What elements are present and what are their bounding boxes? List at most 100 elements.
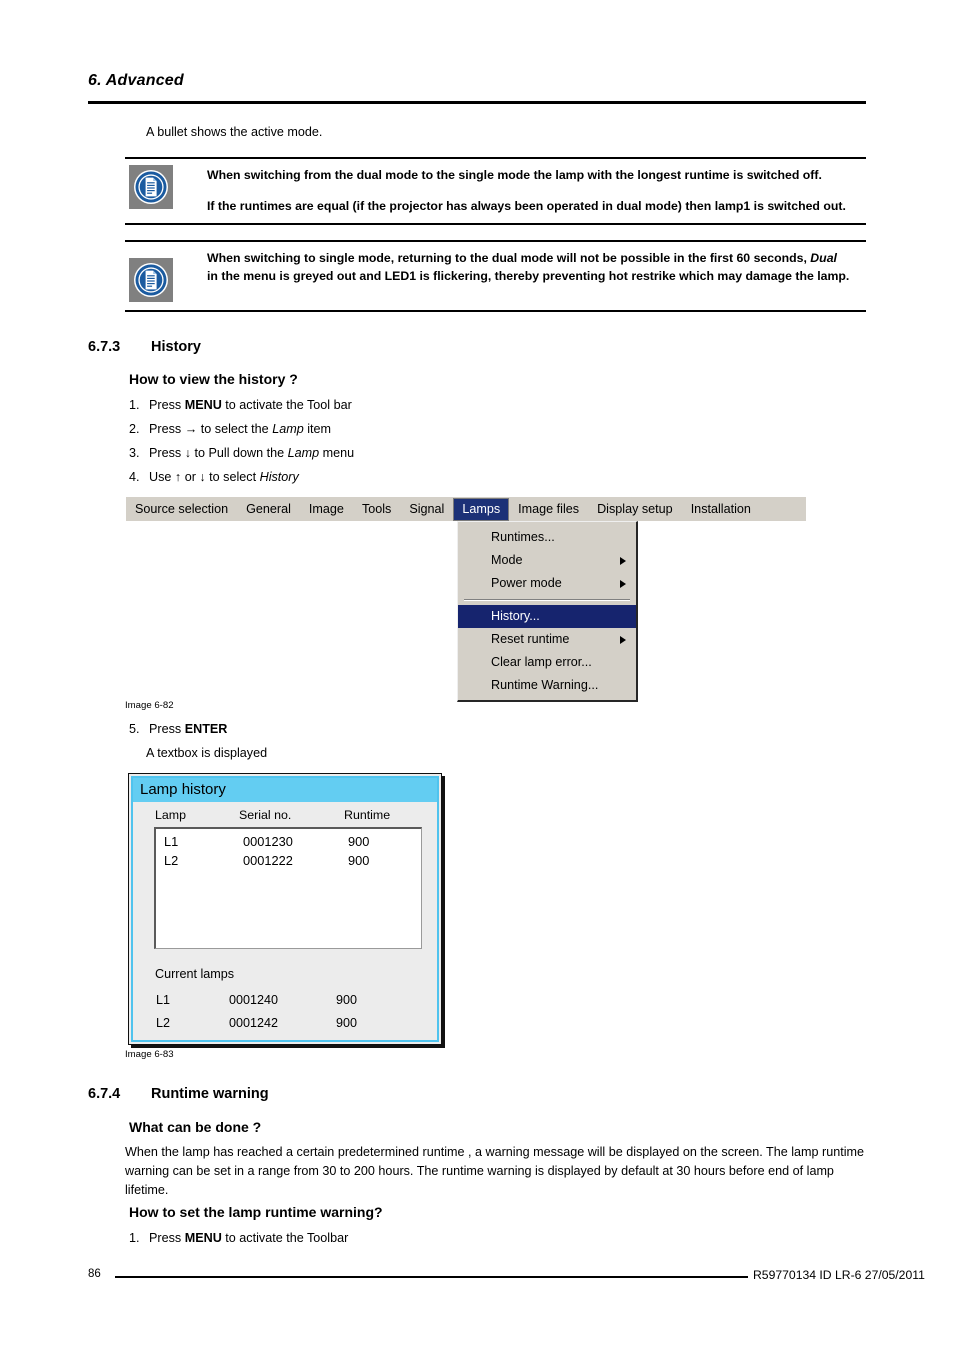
note-box-2-text: When switching to single mode, returning… — [207, 249, 897, 285]
section-number: 6.7.3 — [88, 339, 121, 355]
step-1-post: to activate the Tool bar — [221, 398, 352, 412]
menu-separator — [464, 599, 630, 601]
menu-item-mode[interactable]: Mode — [458, 549, 636, 572]
current-row-2-lamp: L2 — [156, 1016, 171, 1030]
step-5: 5. Press ENTER — [129, 722, 227, 736]
history-row-2-lamp: L2 — [164, 853, 179, 868]
section-title: History — [151, 339, 201, 355]
step-3: 3. Press ↓ to Pull down the Lamp menu — [129, 446, 354, 460]
step-3-pre: Press ↓ to Pull down the — [149, 446, 288, 460]
note2-part1: When switching to single mode, returning… — [207, 251, 811, 265]
note1-top-rule — [125, 157, 866, 159]
subheading-how-to-view-history: How to view the history ? — [129, 371, 298, 387]
current-row-1-lamp: L1 — [156, 993, 171, 1007]
menubar-item-image[interactable]: Image — [300, 498, 353, 521]
current-row-2-serial: 0001242 — [229, 1016, 279, 1030]
step-3-post: menu — [319, 446, 355, 460]
lamp-history-dialog: Lamp history Lamp Serial no. Runtime L1 … — [128, 773, 442, 1045]
menu-item-reset-runtime-label: Reset runtime — [491, 632, 570, 646]
step-2-number: 2. — [129, 422, 140, 436]
runtime-warning-step-1: 1. Press MENU to activate the Toolbar — [129, 1231, 348, 1245]
step-5-bold: ENTER — [184, 722, 228, 736]
runtime-warning-paragraph: When the lamp has reached a certain pred… — [125, 1145, 864, 1197]
intro-text: A bullet shows the active mode. — [146, 125, 323, 139]
footer-page-number: 86 — [88, 1268, 101, 1280]
menubar-item-tools[interactable]: Tools — [353, 498, 400, 521]
step-5-substep: A textbox is displayed — [146, 746, 268, 760]
step-4: 4. Use ↑ or ↓ to select History — [129, 470, 299, 484]
step-4-number: 4. — [129, 470, 140, 484]
current-row-1-serial: 0001240 — [229, 993, 279, 1007]
menubar-item-display-setup[interactable]: Display setup — [588, 498, 682, 521]
column-header-runtime: Runtime — [344, 808, 391, 822]
step-1: 1. Press MENU to activate the Tool bar — [129, 398, 352, 412]
lamp-history-dialog-frame: Lamp history Lamp Serial no. Runtime L1 … — [131, 776, 439, 1042]
note1-line1: When switching from the dual mode to the… — [207, 168, 822, 182]
column-header-lamp: Lamp — [155, 808, 186, 822]
caption-image-6-82: Image 6-82 — [125, 700, 174, 711]
note-document-icon — [129, 258, 173, 302]
menubar-item-installation[interactable]: Installation — [682, 498, 760, 521]
note2-emphasis: Dual — [810, 251, 837, 265]
footer-reference: R59770134 ID LR-6 27/05/2011 — [753, 1268, 925, 1282]
history-row-1-serial: 0001230 — [243, 834, 293, 849]
runtime-step-1-number: 1. — [129, 1231, 140, 1245]
menubar-item-general[interactable]: General — [237, 498, 300, 521]
caption-image-6-83: Image 6-83 — [125, 1049, 174, 1060]
step-4-pre: Use ↑ or ↓ to select — [149, 470, 260, 484]
lamp-history-title: Lamp history — [133, 778, 437, 802]
runtime-step-1-bold: MENU — [184, 1231, 222, 1245]
header-rule — [88, 101, 866, 104]
note2-bottom-rule — [125, 310, 866, 312]
menu-item-clear-lamp-error[interactable]: Clear lamp error... — [458, 651, 636, 674]
lamp-history-listbox[interactable]: L1 0001230 900 L2 0001222 900 — [154, 827, 422, 949]
section-number: 6.7.4 — [88, 1086, 121, 1102]
projector-menu-screenshot: Source selection General Image Tools Sig… — [126, 497, 806, 702]
menubar-item-image-files[interactable]: Image files — [509, 498, 588, 521]
submenu-arrow-icon — [620, 556, 626, 565]
step-2: 2. Press → to select the Lamp item — [129, 422, 331, 436]
note-document-icon — [129, 165, 173, 209]
menu-item-power-mode[interactable]: Power mode — [458, 572, 636, 595]
step-2-post: item — [303, 422, 332, 436]
history-row-1-runtime: 900 — [348, 834, 370, 849]
step-2-italic: Lamp — [272, 422, 304, 436]
section-heading-6-7-3: 6.7.3 History — [88, 339, 201, 355]
note2-top-rule — [125, 240, 866, 242]
current-lamps-label: Current lamps — [155, 967, 235, 981]
step-5-number: 5. — [129, 722, 140, 736]
note-box-1: When switching from the dual mode to the… — [125, 165, 866, 223]
note1-line2: If the runtimes are equal (if the projec… — [207, 199, 846, 213]
menu-item-runtime-warning[interactable]: Runtime Warning... — [458, 674, 636, 697]
note-box-1-text: When switching from the dual mode to the… — [207, 165, 867, 216]
document-page: 6. Advanced A bullet shows the active mo… — [0, 0, 954, 1350]
menubar-item-source-selection[interactable]: Source selection — [126, 498, 237, 521]
menu-item-runtimes[interactable]: Runtimes... — [458, 526, 636, 549]
step-3-italic: Lamp — [287, 446, 320, 460]
runtime-step-1-pre: Press — [149, 1231, 185, 1245]
menu-item-reset-runtime[interactable]: Reset runtime — [458, 628, 636, 651]
menubar-item-signal[interactable]: Signal — [400, 498, 453, 521]
note-box-2: When switching to single mode, returning… — [125, 249, 866, 305]
note1-bottom-rule — [125, 223, 866, 225]
menubar: Source selection General Image Tools Sig… — [126, 497, 806, 521]
step-2-pre: Press → to select the — [149, 422, 273, 436]
history-row-2-serial: 0001222 — [243, 853, 293, 868]
lamps-dropdown-menu: Runtimes... Mode Power mode History... R… — [457, 521, 638, 702]
history-row-2-runtime: 900 — [348, 853, 370, 868]
step-1-bold: MENU — [184, 398, 222, 412]
step-1-number: 1. — [129, 398, 140, 412]
step-4-italic: History — [259, 470, 299, 484]
current-row-2-runtime: 900 — [336, 1016, 358, 1030]
menu-item-mode-label: Mode — [491, 553, 523, 567]
menu-item-history[interactable]: History... — [458, 605, 636, 628]
history-row-1-lamp: L1 — [164, 834, 179, 849]
note2-part2: in the menu is greyed out and LED1 is fl… — [207, 269, 850, 283]
menu-item-power-mode-label: Power mode — [491, 576, 562, 590]
section-title: Runtime warning — [151, 1086, 269, 1102]
step-3-number: 3. — [129, 446, 140, 460]
submenu-arrow-icon — [620, 635, 626, 644]
subheading-how-to-set-warning: How to set the lamp runtime warning? — [129, 1204, 383, 1220]
current-row-1-runtime: 900 — [336, 993, 358, 1007]
menubar-item-lamps[interactable]: Lamps — [453, 497, 510, 521]
